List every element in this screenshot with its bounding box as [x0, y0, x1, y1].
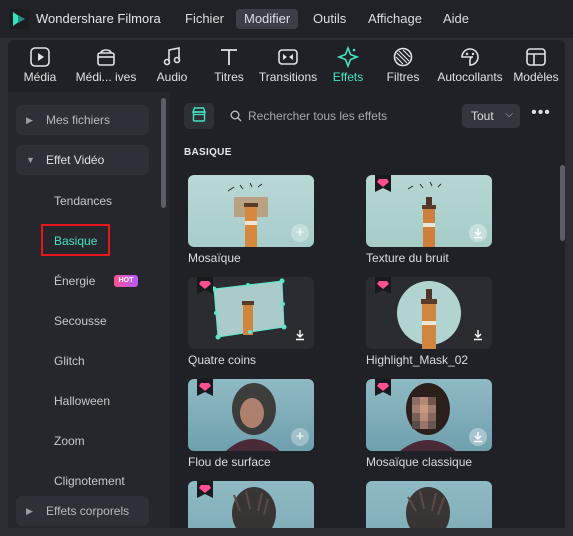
sidebar-item-zoom[interactable]: Zoom [54, 434, 85, 448]
stock-media-icon [97, 49, 115, 66]
menu-affichage[interactable]: Affichage [360, 9, 430, 29]
effect-thumbnail [366, 481, 492, 528]
download-icon[interactable] [469, 428, 487, 446]
filmora-logo-icon [9, 9, 29, 29]
menu-outils[interactable]: Outils [305, 9, 354, 29]
chevron-down-icon: ⌵ [505, 109, 513, 120]
tab-stickers[interactable]: Autocollants [434, 40, 506, 92]
download-icon[interactable] [469, 224, 487, 242]
effects-sidebar: ▶ Mes fichiers ▼ Effet Vidéo Tendances B… [8, 92, 170, 528]
sidebar-item-clignotement[interactable]: Clignotement [54, 474, 125, 488]
chevron-right-icon: ▶ [26, 506, 33, 516]
tab-filters[interactable]: Filtres [381, 40, 425, 92]
filter-dropdown[interactable]: Tout ⌵ [462, 104, 520, 128]
download-icon[interactable] [291, 326, 309, 344]
tab-titles[interactable]: Titres [207, 40, 251, 92]
download-icon[interactable] [469, 326, 487, 344]
effects-content: Tout ⌵ ••• BASIQUE + Mosaïque [170, 92, 565, 528]
audio-icon [163, 47, 181, 66]
effects-icon [337, 46, 359, 68]
effects-panel: ▶ Mes fichiers ▼ Effet Vidéo Tendances B… [8, 92, 565, 528]
tab-effects[interactable]: Effets [326, 40, 370, 92]
app-title: Wondershare Filmora [36, 11, 161, 26]
add-icon[interactable]: + [291, 428, 309, 446]
filters-icon [393, 47, 413, 67]
search-input[interactable] [248, 107, 428, 125]
premium-gem-icon [197, 379, 213, 396]
search-icon [230, 110, 242, 122]
sidebar-effets-corporels[interactable]: ▶ Effets corporels [16, 496, 149, 526]
transitions-icon [278, 49, 298, 65]
store-icon [191, 107, 207, 122]
effect-thumbnail: + [188, 379, 314, 451]
tab-templates[interactable]: Modèles [511, 40, 561, 92]
store-button[interactable] [184, 103, 214, 129]
effect-thumbnail: + [188, 175, 314, 247]
effect-thumbnail [366, 379, 492, 451]
titles-icon [221, 49, 237, 65]
tab-transitions[interactable]: Transitions [258, 40, 318, 92]
sidebar-item-energie[interactable]: Énergie [54, 274, 95, 288]
premium-gem-icon [375, 277, 391, 294]
premium-gem-icon [197, 481, 213, 498]
sidebar-item-tendances[interactable]: Tendances [54, 194, 112, 208]
templates-icon [526, 48, 546, 66]
hot-badge: HOT [114, 275, 138, 287]
premium-gem-icon [197, 277, 213, 294]
effect-card-mosaique-classique[interactable]: Mosaïque classique [366, 379, 492, 469]
tab-media[interactable]: Média [18, 40, 62, 92]
effect-thumbnail [366, 175, 492, 247]
chevron-right-icon: ▶ [26, 115, 33, 125]
tab-stock-media[interactable]: Médi... ives [70, 40, 142, 92]
effect-thumbnail [188, 277, 314, 349]
chevron-down-icon: ▼ [26, 155, 35, 165]
sidebar-mes-fichiers[interactable]: ▶ Mes fichiers [16, 105, 149, 135]
effect-card-highlight-mask-02[interactable]: Highlight_Mask_02 [366, 277, 492, 367]
menu-modifier[interactable]: Modifier [236, 9, 299, 29]
effect-thumbnail [366, 277, 492, 349]
effect-card-quatre-coins[interactable]: Quatre coins [188, 277, 314, 367]
add-icon[interactable]: + [291, 224, 309, 242]
sidebar-effet-video[interactable]: ▼ Effet Vidéo [16, 145, 149, 175]
tab-audio[interactable]: Audio [150, 40, 194, 92]
title-bar: Wondershare Filmora Fichier Modifier Out… [0, 0, 573, 38]
effect-card-flou-de-surface[interactable]: + Flou de surface [188, 379, 314, 469]
media-icon [30, 47, 50, 67]
section-title: BASIQUE [184, 147, 232, 158]
effect-card[interactable] [366, 481, 492, 528]
sidebar-item-glitch[interactable]: Glitch [54, 354, 85, 368]
media-toolbar: Média Médi... ives Audio Titres Transiti… [8, 40, 565, 92]
effect-thumbnail [188, 481, 314, 528]
effect-card-texture-du-bruit[interactable]: Texture du bruit [366, 175, 492, 265]
sidebar-item-secousse[interactable]: Secousse [54, 314, 107, 328]
menu-fichier[interactable]: Fichier [177, 9, 232, 29]
sidebar-item-halloween[interactable]: Halloween [54, 394, 110, 408]
effect-card[interactable] [188, 481, 314, 528]
menu-aide[interactable]: Aide [435, 9, 477, 29]
selection-highlight [41, 224, 110, 256]
stickers-icon [461, 48, 479, 66]
effect-card-mosaique[interactable]: + Mosaïque [188, 175, 314, 265]
premium-gem-icon [375, 379, 391, 396]
sidebar-scrollbar[interactable] [161, 98, 166, 208]
content-scrollbar[interactable] [560, 165, 565, 241]
more-options-icon[interactable]: ••• [530, 105, 552, 126]
premium-gem-icon [375, 175, 391, 192]
